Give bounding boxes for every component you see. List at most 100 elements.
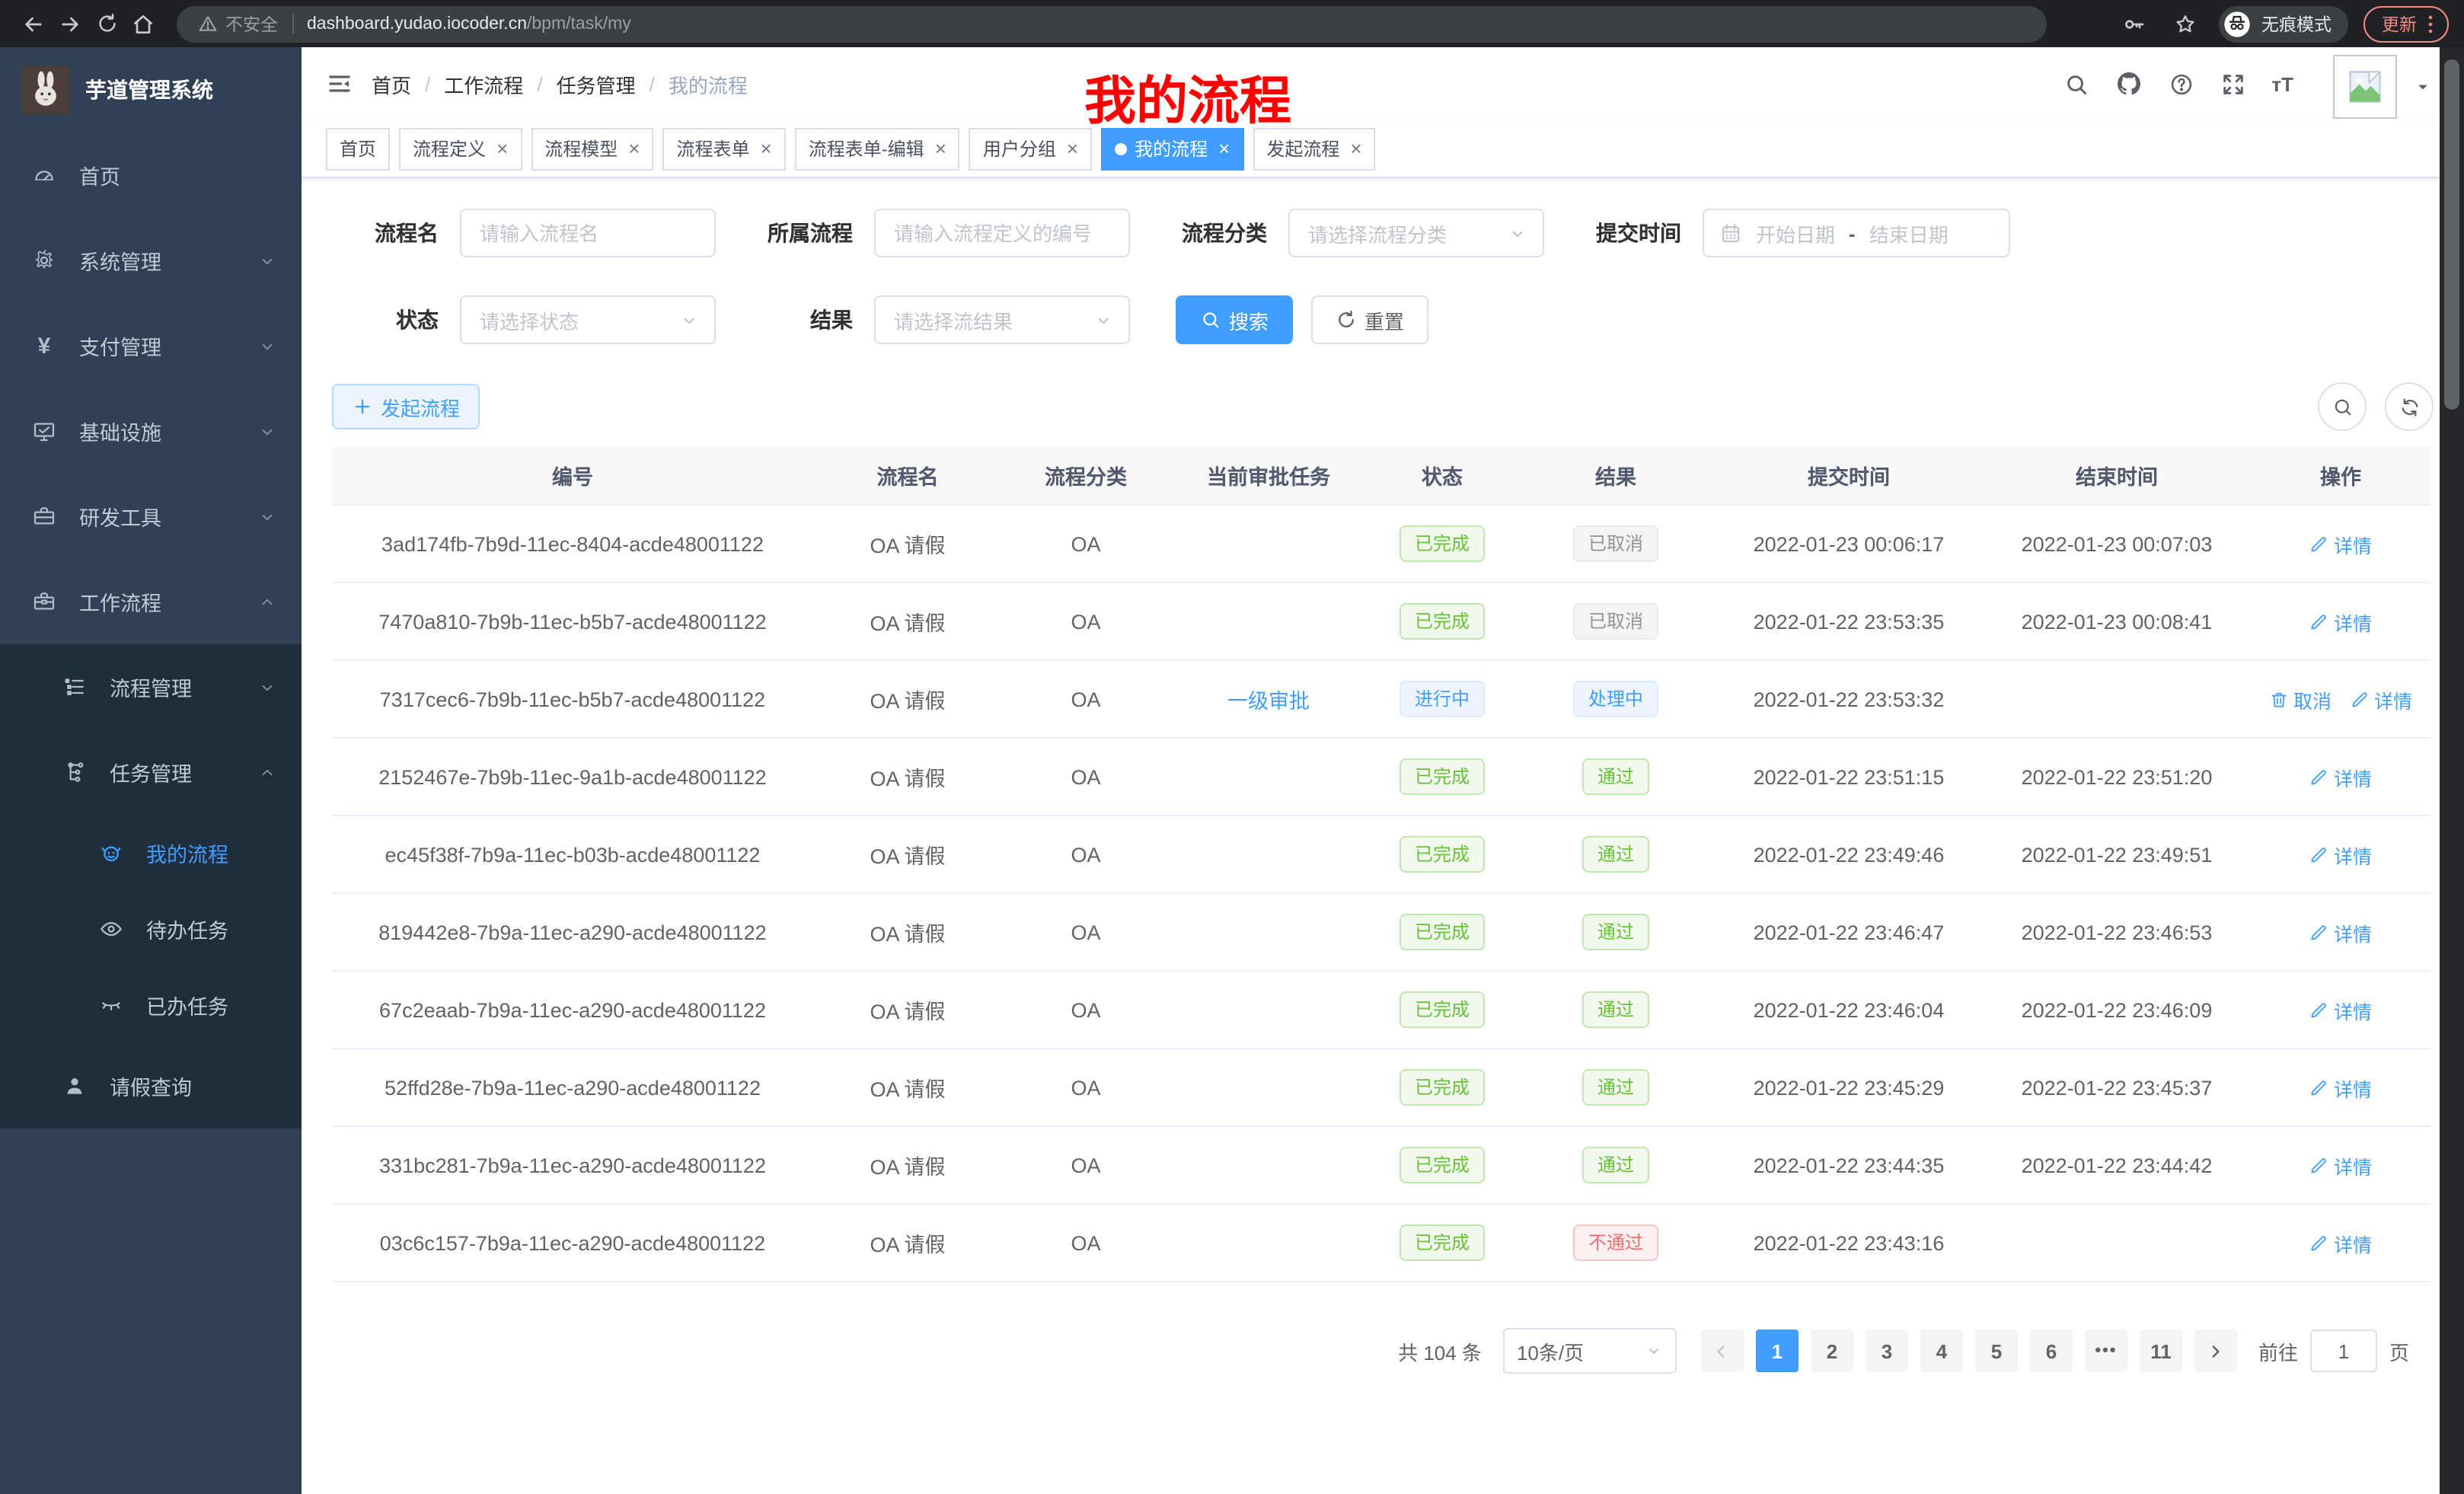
pages-more-button[interactable]: ••• (2085, 1330, 2127, 1372)
page-button-5[interactable]: 5 (1975, 1330, 2018, 1372)
bookmark-star-icon[interactable] (2167, 5, 2204, 42)
app-logo[interactable]: 芋道管理系统 (0, 47, 302, 132)
detail-link[interactable]: 详情 (2309, 762, 2372, 791)
page-button-1[interactable]: 1 (1756, 1330, 1799, 1372)
address-bar[interactable]: 不安全 dashboard.yudao.iocoder.cn/bpm/task/… (177, 5, 2047, 42)
page-button-6[interactable]: 6 (2030, 1330, 2073, 1372)
reload-icon[interactable] (88, 5, 125, 42)
detail-link[interactable]: 详情 (2309, 1151, 2372, 1180)
close-icon[interactable]: × (935, 139, 946, 158)
pagination: 共 104 条 10条/页 123456•••11 前往 页 (332, 1328, 2434, 1374)
close-icon[interactable]: × (1218, 139, 1230, 158)
start-process-button[interactable]: 发起流程 (332, 384, 480, 429)
security-warning[interactable]: 不安全 (198, 11, 278, 36)
detail-link[interactable]: 详情 (2350, 685, 2412, 713)
workflow-icon (61, 760, 88, 784)
sidebar-item-task-management[interactable]: 任务管理 (0, 729, 302, 815)
sidebar-item-label: 支付管理 (79, 330, 161, 361)
page-size-select[interactable]: 10条/页 (1503, 1328, 1677, 1374)
next-page-button[interactable] (2194, 1330, 2237, 1372)
close-icon[interactable]: × (761, 139, 772, 158)
browser-menu-icon[interactable] (2417, 10, 2444, 37)
page-scrollbar[interactable] (2440, 47, 2464, 1494)
status-select[interactable]: 请选择状态 (460, 295, 716, 344)
breadcrumb-item[interactable]: 首页 (372, 69, 411, 98)
detail-link[interactable]: 详情 (2309, 995, 2372, 1024)
page-button-2[interactable]: 2 (1811, 1330, 1853, 1372)
sidebar-collapse-icon[interactable] (326, 70, 353, 97)
close-icon[interactable]: × (1350, 139, 1361, 158)
process-definition-input[interactable] (874, 209, 1130, 257)
page-button-3[interactable]: 3 (1866, 1330, 1908, 1372)
cell-result: 通过 (1517, 893, 1715, 971)
header-search-icon[interactable] (2063, 71, 2089, 97)
detail-link[interactable]: 详情 (2309, 840, 2372, 869)
breadcrumb-item[interactable]: 任务管理 (557, 69, 636, 98)
detail-link[interactable]: 详情 (2309, 1073, 2372, 1102)
breadcrumb-item[interactable]: 工作流程 (444, 69, 523, 98)
result-select[interactable]: 请选择流结果 (874, 295, 1130, 344)
sidebar-item-payment-management[interactable]: ¥ 支付管理 (0, 303, 302, 388)
tab-process-form[interactable]: 流程表单 × (662, 127, 785, 170)
page-button-4[interactable]: 4 (1920, 1330, 1963, 1372)
help-icon[interactable] (2168, 71, 2194, 97)
avatar[interactable] (2333, 55, 2397, 119)
refresh-table-icon[interactable] (2385, 382, 2434, 431)
cell-end-time (1983, 660, 2251, 738)
forward-icon[interactable] (52, 5, 88, 42)
back-icon[interactable] (15, 5, 52, 42)
robot-icon (97, 841, 125, 865)
user-icon (61, 1074, 88, 1098)
process-name-input[interactable] (460, 209, 716, 257)
detail-link[interactable]: 详情 (2309, 529, 2372, 558)
sidebar-item-todo-tasks[interactable]: 待办任务 (0, 891, 302, 967)
tab-process-model[interactable]: 流程模型 × (531, 127, 653, 170)
tab-home[interactable]: 首页 (326, 127, 390, 170)
current-task-link[interactable]: 一级审批 (1227, 690, 1310, 713)
detail-link[interactable]: 详情 (2309, 1228, 2372, 1257)
cell-status: 已完成 (1368, 1049, 1517, 1126)
page-button-11[interactable]: 11 (2140, 1330, 2182, 1372)
show-search-icon[interactable] (2318, 382, 2367, 431)
edit-pen-icon (2309, 1000, 2329, 1020)
sidebar-item-system-management[interactable]: 系统管理 (0, 218, 302, 303)
date-range-picker[interactable]: 开始日期 - 结束日期 (1703, 209, 2010, 257)
sidebar-item-workflow[interactable]: 工作流程 (0, 559, 302, 644)
sidebar-item-dev-tools[interactable]: 研发工具 (0, 474, 302, 559)
cell-status: 进行中 (1368, 660, 1517, 738)
sidebar-item-leave-query[interactable]: 请假查询 (0, 1043, 302, 1128)
process-category-select[interactable]: 请选择流程分类 (1288, 209, 1544, 257)
sidebar-item-process-management[interactable]: 流程管理 (0, 644, 302, 729)
tab-process-form-edit[interactable]: 流程表单-编辑 × (795, 127, 960, 170)
detail-link[interactable]: 详情 (2309, 607, 2372, 636)
tab-process-definition[interactable]: 流程定义 × (399, 127, 522, 170)
search-button[interactable]: 搜索 (1176, 295, 1293, 344)
fullscreen-icon[interactable] (2220, 71, 2245, 97)
chevron-down-icon (257, 677, 277, 697)
sidebar-item-home[interactable]: 首页 (0, 132, 302, 218)
sidebar-item-infrastructure[interactable]: 基础设施 (0, 388, 302, 474)
prev-page-button[interactable] (1701, 1330, 1744, 1372)
cell-name: OA 请假 (813, 660, 1002, 738)
reset-button[interactable]: 重置 (1311, 295, 1428, 344)
breadcrumb-separator: / (425, 72, 430, 95)
scrollbar-thumb[interactable] (2444, 59, 2459, 410)
close-icon[interactable]: × (496, 139, 508, 158)
home-icon[interactable] (125, 5, 161, 42)
close-icon[interactable]: × (628, 139, 640, 158)
avatar-caret-icon[interactable] (2412, 76, 2434, 97)
sidebar-item-done-tasks[interactable]: 已办任务 (0, 967, 302, 1043)
sidebar-item-my-process[interactable]: 我的流程 (0, 815, 302, 891)
detail-link[interactable]: 详情 (2309, 918, 2372, 947)
cell-category: OA (1002, 738, 1170, 816)
tab-user-group[interactable]: 用户分组 × (969, 127, 1092, 170)
cancel-link[interactable]: 取消 (2269, 685, 2332, 713)
goto-page-input[interactable] (2310, 1330, 2377, 1372)
update-button[interactable]: 更新 (2363, 5, 2449, 42)
github-icon[interactable] (2115, 70, 2142, 97)
close-icon[interactable]: × (1067, 139, 1078, 158)
password-key-icon[interactable] (2115, 5, 2152, 42)
result-badge: 通过 (1582, 836, 1649, 873)
font-size-icon[interactable]: тT (2271, 72, 2293, 95)
tab-label: 用户分组 (983, 136, 1056, 161)
